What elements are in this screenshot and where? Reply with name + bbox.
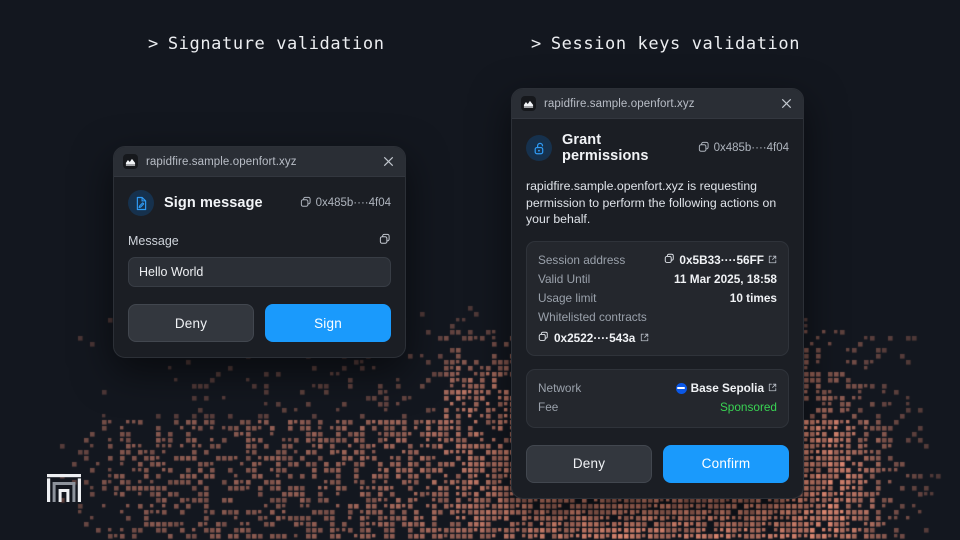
caret-glyph: > — [148, 34, 159, 54]
deny-button[interactable]: Deny — [526, 444, 652, 483]
detail-value: 11 Mar 2025, 18:58 — [674, 272, 777, 286]
sign-document-icon — [128, 190, 154, 216]
grant-permissions-dialog: rapidfire.sample.openfort.xyz Grant perm — [511, 88, 804, 499]
sign-card-header-row: Sign message 0x485b····4f04 — [128, 190, 391, 216]
openfort-logo — [46, 470, 82, 506]
whitelisted-contract-address: 0x2522····543a — [554, 330, 636, 345]
whitelisted-contract-item[interactable]: 0x2522····543a — [538, 331, 777, 345]
caret-glyph: > — [531, 34, 542, 54]
heading-session-keys-validation: > Session keys validation — [531, 34, 800, 54]
network-label: Network — [538, 381, 582, 395]
detail-row-valid-until: Valid Until 11 Mar 2025, 18:58 — [538, 270, 777, 289]
stage: > Signature validation > Session keys vali… — [0, 0, 960, 540]
permissions-card-url: rapidfire.sample.openfort.xyz — [544, 97, 695, 110]
fee-value: Sponsored — [719, 400, 777, 414]
session-details-panel: Session address 0x5B33····56FF Valid Unt… — [526, 240, 789, 356]
copy-icon[interactable] — [698, 141, 710, 156]
detail-value[interactable]: 0x5B33····56FF — [664, 253, 777, 267]
sign-card-title: Sign message — [164, 195, 263, 211]
permissions-card-account-address[interactable]: 0x485b····4f04 — [698, 141, 789, 156]
copy-icon[interactable] — [300, 196, 312, 211]
base-chain-icon — [675, 382, 687, 394]
permissions-card-header-row: Grant permissions 0x485b····4f04 — [526, 132, 789, 164]
close-icon[interactable] — [381, 155, 395, 169]
heading-left-text: Signature validation — [167, 34, 385, 54]
external-link-icon[interactable] — [640, 331, 649, 345]
sign-card-address-text: 0x485b····4f04 — [315, 197, 391, 209]
message-label-row: Message — [128, 232, 391, 250]
sign-card-button-row: Deny Sign — [128, 304, 391, 342]
site-favicon-icon — [123, 154, 138, 169]
sign-card-titlebar: rapidfire.sample.openfort.xyz — [114, 147, 405, 177]
detail-row-session-address: Session address 0x5B33····56FF — [538, 251, 777, 270]
confirm-button[interactable]: Confirm — [663, 444, 789, 483]
detail-key: Usage limit — [538, 291, 597, 305]
site-favicon-icon — [521, 96, 536, 111]
sign-card-url: rapidfire.sample.openfort.xyz — [146, 155, 297, 168]
message-input[interactable]: Hello World — [128, 257, 391, 287]
network-row: Network Base Sepolia — [538, 379, 777, 398]
message-value: Hello World — [139, 265, 204, 279]
sign-card-account-address[interactable]: 0x485b····4f04 — [300, 196, 391, 211]
detail-value-text: 11 Mar 2025, 18:58 — [674, 272, 777, 286]
detail-row-whitelisted-contracts: Whitelisted contracts — [538, 308, 777, 327]
network-value[interactable]: Base Sepolia — [675, 381, 777, 395]
fee-row: Fee Sponsored — [538, 398, 777, 417]
external-link-icon[interactable] — [768, 253, 777, 267]
permissions-card-button-row: Deny Confirm — [526, 444, 789, 483]
external-link-icon[interactable] — [768, 381, 777, 395]
network-fee-panel: Network Base Sepolia Fee Sponsored — [526, 368, 789, 428]
heading-right-text: Session keys validation — [550, 34, 801, 54]
copy-icon[interactable] — [538, 331, 549, 345]
sign-message-dialog: rapidfire.sample.openfort.xyz Sign messa — [113, 146, 406, 358]
permissions-card-title: Grant permissions — [562, 132, 649, 164]
permissions-card-body: Grant permissions 0x485b····4f04 rapidfi… — [512, 119, 803, 498]
copy-icon[interactable] — [664, 253, 675, 267]
deny-button[interactable]: Deny — [128, 304, 254, 342]
message-label: Message — [128, 234, 179, 248]
fee-label: Fee — [538, 400, 559, 414]
whitelisted-contracts-label: Whitelisted contracts — [538, 310, 647, 324]
permissions-card-address-text: 0x485b····4f04 — [713, 142, 789, 154]
copy-icon[interactable] — [379, 232, 391, 250]
permissions-description: rapidfire.sample.openfort.xyz is request… — [526, 179, 777, 226]
detail-row-usage-limit: Usage limit 10 times — [538, 289, 777, 308]
detail-value-text: 0x5B33····56FF — [679, 253, 764, 267]
permissions-card-titlebar: rapidfire.sample.openfort.xyz — [512, 89, 803, 119]
close-icon[interactable] — [779, 97, 793, 111]
sign-button[interactable]: Sign — [265, 304, 391, 342]
detail-key: Valid Until — [538, 272, 591, 286]
unlocked-padlock-icon — [526, 135, 552, 161]
heading-signature-validation: > Signature validation — [148, 34, 385, 54]
detail-value: 10 times — [730, 291, 777, 305]
detail-key: Session address — [538, 253, 626, 267]
detail-value-text: 10 times — [729, 291, 777, 305]
network-value-text: Base Sepolia — [690, 381, 764, 395]
sign-card-body: Sign message 0x485b····4f04 Message Hell… — [114, 177, 405, 357]
